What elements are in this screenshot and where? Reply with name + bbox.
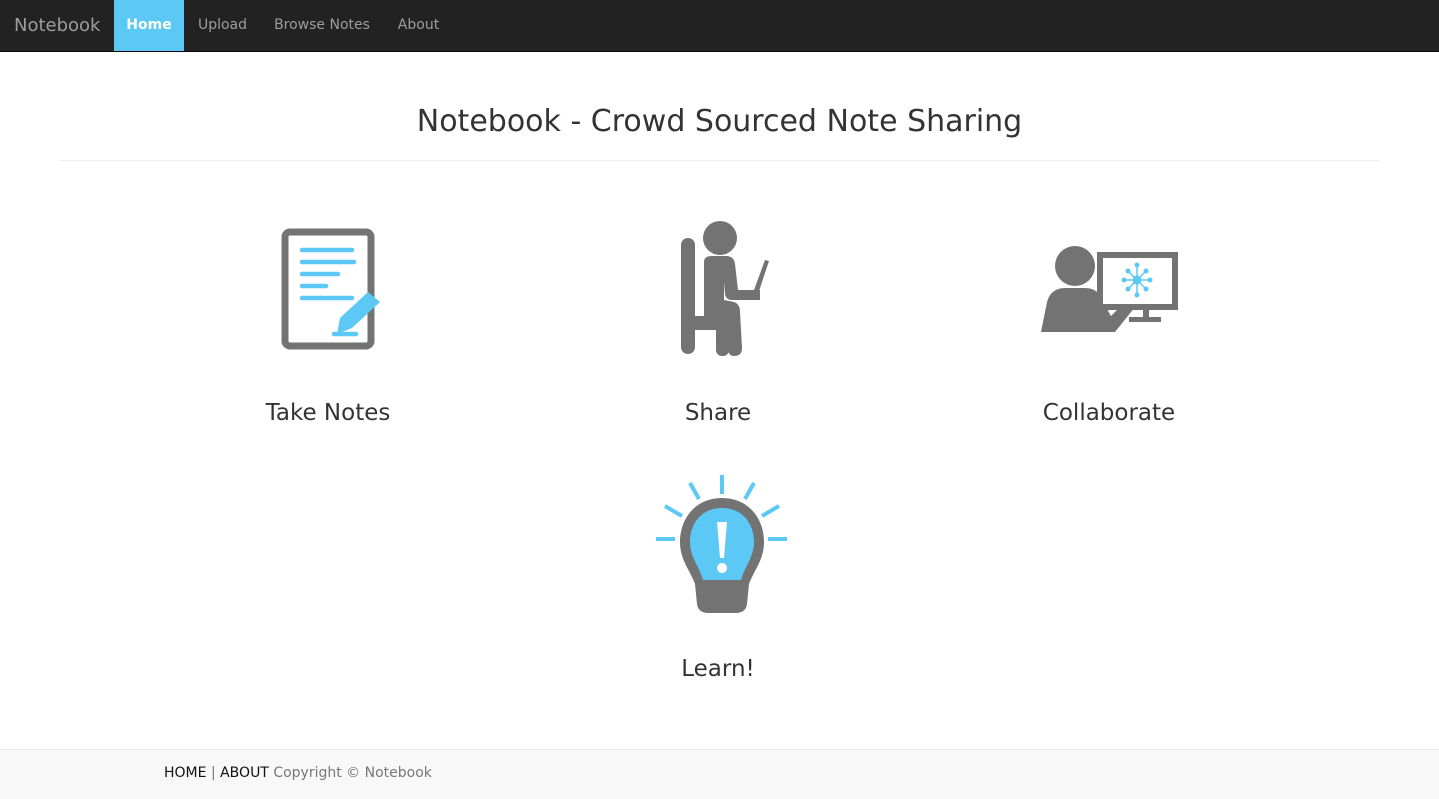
feature-take-notes: Take Notes: [178, 210, 478, 440]
person-presentation-icon: [1041, 246, 1178, 332]
title-divider: [59, 160, 1379, 161]
footer: HOME | ABOUT Copyright © Notebook: [0, 749, 1439, 799]
notepad-pencil-icon: [281, 228, 380, 350]
brand-link[interactable]: Notebook: [14, 0, 100, 51]
feature-learn: Learn!: [568, 468, 868, 698]
feature-label: Learn!: [681, 656, 755, 682]
footer-separator: |: [210, 765, 216, 781]
nav-item-browse-notes[interactable]: Browse Notes: [261, 0, 383, 51]
feature-label: Take Notes: [265, 400, 391, 426]
feature-label: Share: [684, 400, 752, 426]
nav-item-about[interactable]: About: [383, 0, 454, 51]
lightbulb-icon: [656, 475, 787, 613]
feature-label: Collaborate: [1042, 400, 1176, 426]
person-laptop-icon: [681, 221, 769, 356]
footer-about-link[interactable]: ABOUT: [220, 765, 269, 781]
top-navbar: Notebook Home Upload Browse Notes About: [0, 0, 1439, 52]
nav-item-upload[interactable]: Upload: [184, 0, 261, 51]
page-title: Notebook - Crowd Sourced Note Sharing: [416, 104, 1023, 139]
nav-item-home[interactable]: Home: [114, 0, 184, 51]
feature-share: Share: [568, 210, 868, 440]
footer-text: HOME | ABOUT Copyright © Notebook: [164, 765, 432, 781]
footer-copyright: Copyright © Notebook: [273, 765, 432, 781]
footer-home-link[interactable]: HOME: [164, 765, 206, 781]
feature-collaborate: Collaborate: [959, 210, 1259, 440]
